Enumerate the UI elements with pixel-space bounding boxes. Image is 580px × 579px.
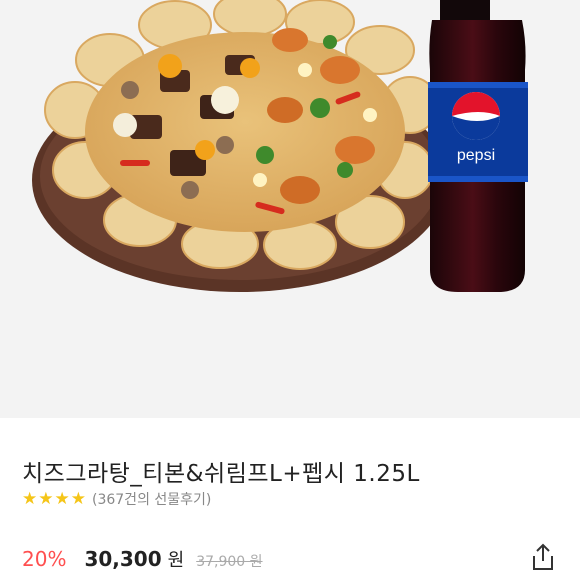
review-count[interactable]: (367건의 선물후기) [92, 489, 211, 509]
share-button[interactable] [529, 542, 557, 572]
share-icon [533, 543, 553, 570]
pizza-and-pepsi-image: pepsi [32, 0, 528, 292]
star-icon: ★ [38, 489, 54, 509]
star-icon: ★ [70, 489, 86, 509]
price-row: 20% 30,300 원 37,900 원 [22, 546, 263, 572]
pepsi-bottle: pepsi [428, 0, 528, 292]
product-info: 치즈그라탕_티본&쉬림프L+펩시 1.25L ★ ★ ★ ★ (367건의 선물… [0, 418, 580, 579]
product-image: pepsi [0, 0, 580, 418]
discount-rate: 20% [22, 547, 67, 571]
sale-price: 30,300 [84, 547, 162, 571]
star-icon: ★ [54, 489, 70, 509]
pepsi-label: pepsi [457, 147, 495, 164]
currency-label: 원 [167, 550, 185, 571]
star-icon: ★ [22, 489, 38, 509]
rating-row[interactable]: ★ ★ ★ ★ (367건의 선물후기) [22, 489, 211, 509]
original-price: 37,900 원 [196, 554, 263, 570]
star-rating: ★ ★ ★ ★ [22, 490, 87, 508]
product-title: 치즈그라탕_티본&쉬림프L+펩시 1.25L [22, 461, 420, 487]
